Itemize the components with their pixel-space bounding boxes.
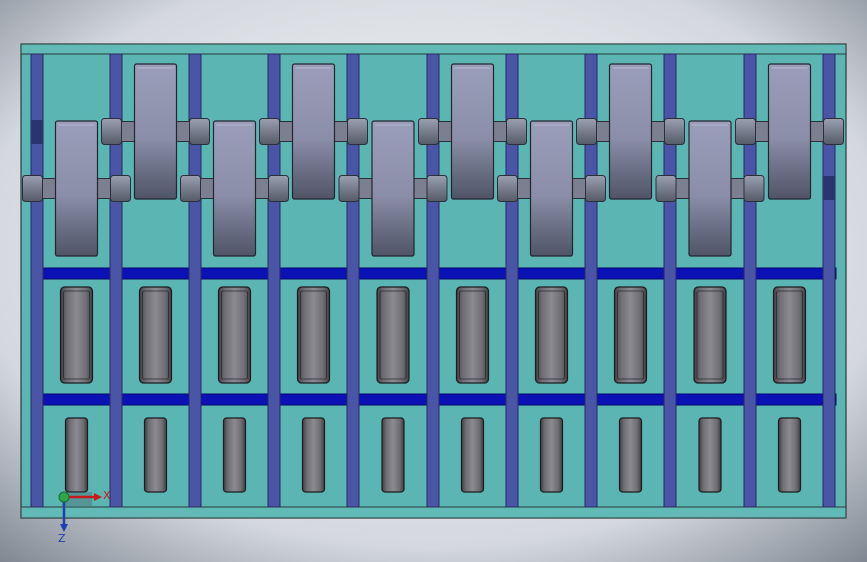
caster-wheel <box>688 120 732 257</box>
axle-hub <box>101 118 122 145</box>
axle-hub <box>823 118 844 145</box>
axle-hub <box>426 175 448 202</box>
roller-small <box>381 417 405 493</box>
caster-wheel <box>450 63 495 200</box>
axle-collar <box>517 178 531 199</box>
roller-large <box>693 286 727 384</box>
roller-large <box>296 286 331 384</box>
axle-collar <box>255 178 269 199</box>
axle-hub <box>743 175 765 202</box>
caster-wheel <box>371 120 415 257</box>
axle-collar <box>200 178 214 199</box>
axle-collar <box>755 121 769 142</box>
roller-large <box>59 286 94 384</box>
axle-hub <box>418 118 439 145</box>
axle-hub <box>22 175 43 202</box>
roller-small <box>539 417 564 493</box>
axle-collar <box>279 121 293 142</box>
roller-large <box>455 286 490 384</box>
x-axis-label: X <box>103 489 111 502</box>
caster-wheel <box>608 63 653 200</box>
axle-hub <box>664 118 685 145</box>
cad-viewport[interactable]: X Z <box>0 0 867 562</box>
axle-hub <box>585 175 606 202</box>
axle-collar <box>121 121 135 142</box>
caster-wheel <box>133 63 178 200</box>
caster-wheel <box>529 120 574 257</box>
axle-hub <box>338 175 360 202</box>
roller-small <box>618 417 643 493</box>
triad-origin <box>58 491 70 503</box>
axle-collar <box>42 178 56 199</box>
roller-large <box>613 286 648 384</box>
axle-collar <box>572 178 586 199</box>
roller-large <box>138 286 173 384</box>
roller-large <box>217 286 252 384</box>
axle-hub <box>347 118 368 145</box>
caster-wheel <box>291 63 336 200</box>
axle-hub <box>576 118 597 145</box>
caster-wheel <box>54 120 99 257</box>
axle-collar <box>675 178 690 199</box>
axle-collar <box>413 178 428 199</box>
axle-hub <box>506 118 527 145</box>
frame-top-edge <box>20 43 847 55</box>
axle-collar <box>176 121 190 142</box>
axle-collar <box>334 121 348 142</box>
axle-hub <box>655 175 677 202</box>
roller-small <box>301 417 326 493</box>
axle-hub <box>259 118 280 145</box>
axle-hub <box>268 175 289 202</box>
frame-bottom-edge <box>20 506 847 519</box>
roller-small <box>222 417 247 493</box>
roller-large <box>376 286 410 384</box>
roller-large <box>534 286 569 384</box>
axle-hub <box>735 118 756 145</box>
end-tab-left <box>31 120 43 144</box>
axle-collar <box>651 121 665 142</box>
axle-collar <box>810 121 824 142</box>
axle-collar <box>438 121 452 142</box>
roller-large <box>772 286 807 384</box>
axle-collar <box>97 178 111 199</box>
axle-hub <box>180 175 201 202</box>
caster-wheel <box>767 63 812 200</box>
axle-collar <box>730 178 745 199</box>
axle-collar <box>358 178 373 199</box>
roller-small <box>777 417 802 493</box>
axle-collar <box>493 121 507 142</box>
roller-small <box>460 417 485 493</box>
roller-small <box>64 417 89 493</box>
caster-wheel <box>212 120 257 257</box>
axle-collar <box>596 121 610 142</box>
roller-small <box>143 417 168 493</box>
axle-hub <box>110 175 131 202</box>
z-axis-label: Z <box>58 532 66 545</box>
axle-hub <box>189 118 210 145</box>
axle-hub <box>497 175 518 202</box>
roller-small <box>698 417 722 493</box>
end-tab-right <box>823 176 835 200</box>
